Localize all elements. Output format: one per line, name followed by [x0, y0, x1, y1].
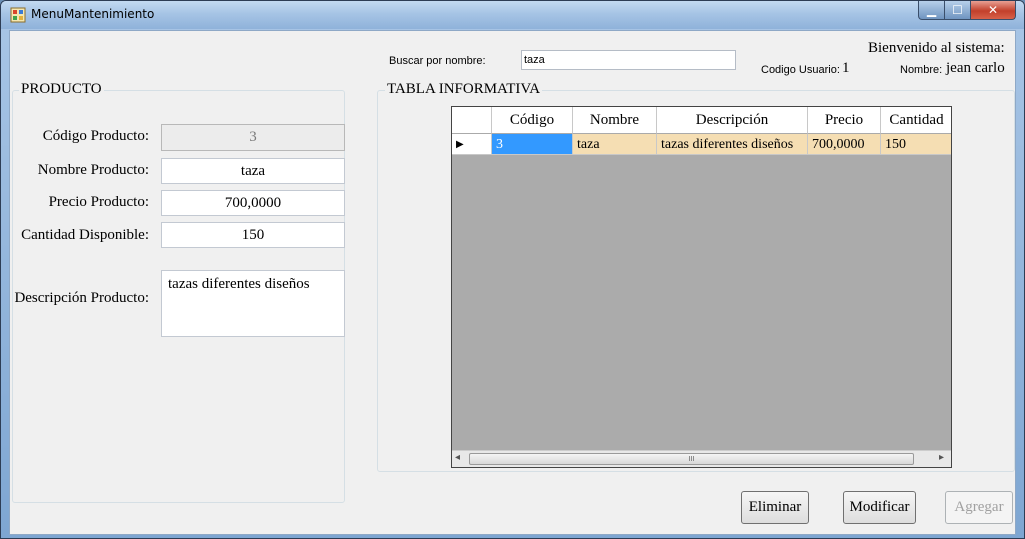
user-code-value: 1: [842, 60, 850, 76]
grid-cell-descripcion[interactable]: tazas diferentes diseños: [657, 134, 808, 155]
maximize-button[interactable]: ☐: [944, 1, 971, 20]
minimize-icon: ▁: [926, 3, 937, 17]
codigo-field[interactable]: 3: [161, 124, 345, 151]
nombre-label: Nombre Producto:: [37, 162, 149, 178]
main-window: MenuMantenimiento ▁ ☐ ✕ Buscar por nombr…: [0, 0, 1025, 539]
window-title: MenuMantenimiento: [31, 7, 155, 21]
producto-legend: PRODUCTO: [19, 81, 104, 98]
grid-header-descripcion[interactable]: Descripción: [657, 107, 808, 134]
search-input[interactable]: taza: [521, 50, 736, 70]
precio-field[interactable]: 700,0000: [161, 190, 345, 216]
codigo-label: Código Producto:: [42, 128, 149, 144]
user-code-label: Codigo Usuario:: [761, 64, 840, 76]
data-grid[interactable]: Código Nombre Descripción Precio Cantida…: [451, 106, 952, 468]
minimize-button[interactable]: ▁: [918, 1, 945, 20]
cantidad-field[interactable]: 150: [161, 222, 345, 248]
user-name-value: jean carlo: [946, 60, 1005, 76]
grid-header-codigo[interactable]: Código: [492, 107, 573, 134]
search-label: Buscar por nombre:: [389, 55, 486, 67]
maximize-icon: ☐: [952, 3, 963, 17]
agregar-button[interactable]: Agregar: [945, 491, 1013, 524]
descripcion-textarea[interactable]: tazas diferentes diseños: [161, 270, 345, 337]
app-window-icon: [10, 7, 26, 23]
horizontal-scrollbar[interactable]: ◂ III ▸: [452, 450, 951, 467]
cantidad-label: Cantidad Disponible:: [21, 227, 149, 243]
welcome-label: Bienvenido al sistema:: [868, 40, 1005, 56]
close-icon: ✕: [987, 3, 999, 17]
grid-cell-cantidad[interactable]: 150: [881, 134, 951, 155]
form-client-area: Buscar por nombre: taza Bienvenido al si…: [9, 30, 1016, 535]
precio-label: Precio Producto:: [48, 194, 149, 210]
grid-cell-nombre[interactable]: taza: [573, 134, 657, 155]
tabla-legend: TABLA INFORMATIVA: [385, 81, 543, 98]
nombre-field[interactable]: taza: [161, 158, 345, 184]
row-selector[interactable]: ▶: [452, 134, 492, 155]
eliminar-button[interactable]: Eliminar: [741, 491, 809, 524]
title-bar[interactable]: MenuMantenimiento ▁ ☐ ✕: [1, 1, 1024, 29]
grid-corner-header: [452, 107, 492, 134]
grid-header-precio[interactable]: Precio: [808, 107, 881, 134]
scroll-left-icon[interactable]: ◂: [455, 452, 460, 463]
close-button[interactable]: ✕: [970, 1, 1016, 20]
descripcion-label: Descripción Producto:: [14, 290, 149, 306]
scroll-grip-icon: III: [688, 455, 695, 463]
scroll-thumb[interactable]: III: [469, 453, 914, 465]
modificar-button[interactable]: Modificar: [843, 491, 916, 524]
grid-header-cantidad[interactable]: Cantidad: [881, 107, 951, 134]
grid-header-nombre[interactable]: Nombre: [573, 107, 657, 134]
grid-cell-precio[interactable]: 700,0000: [808, 134, 881, 155]
user-name-label: Nombre:: [900, 64, 943, 76]
grid-cell-codigo[interactable]: 3: [492, 134, 573, 155]
row-indicator-icon: ▶: [456, 139, 464, 150]
scroll-right-icon[interactable]: ▸: [939, 452, 944, 463]
